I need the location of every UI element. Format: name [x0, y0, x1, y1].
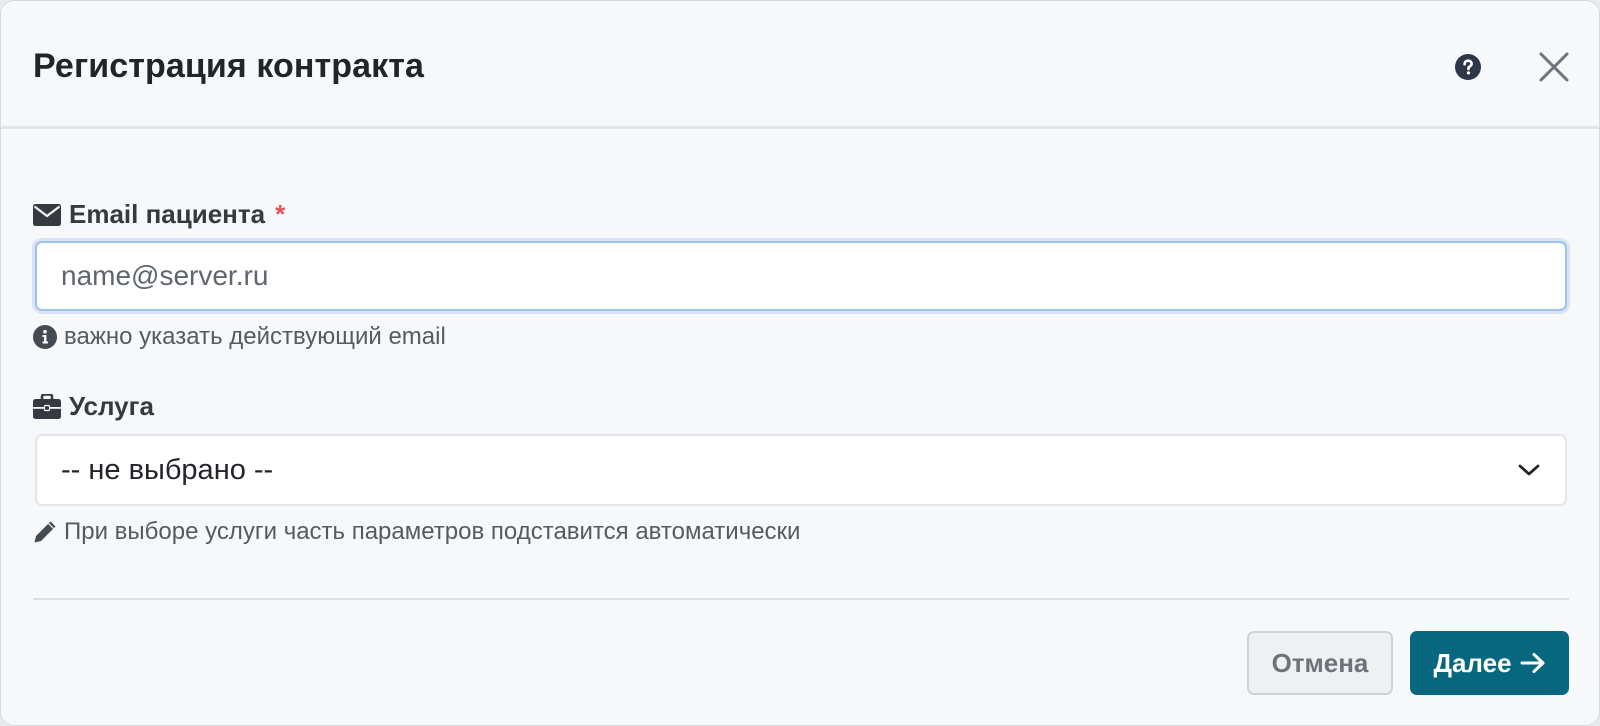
email-hint-text: важно указать действующий email — [64, 323, 446, 350]
info-circle-icon — [33, 325, 57, 349]
arrow-right-icon — [1520, 653, 1545, 673]
email-label-text: Email пациента — [69, 199, 266, 229]
close-icon — [1539, 52, 1569, 82]
service-hint: При выборе услуги часть параметров подст… — [33, 518, 800, 546]
chevron-down-icon — [1518, 464, 1540, 476]
dialog-title: Регистрация контракта — [33, 47, 425, 85]
next-button-label: Далее — [1433, 647, 1512, 678]
service-select[interactable]: -- не выбрано -- — [35, 434, 1567, 506]
service-field-label: Услуга — [33, 391, 154, 422]
service-select-value: -- не выбрано -- — [61, 453, 274, 486]
cancel-button-label: Отмена — [1271, 647, 1369, 678]
cancel-button[interactable]: Отмена — [1247, 631, 1393, 695]
required-marker: * — [275, 199, 286, 229]
contract-registration-dialog: Регистрация контракта Email пациента * n… — [0, 0, 1600, 726]
next-button[interactable]: Далее — [1410, 631, 1569, 695]
footer-divider — [33, 598, 1569, 600]
close-button[interactable] — [1538, 51, 1570, 83]
briefcase-icon — [33, 393, 61, 419]
email-field-label: Email пациента * — [33, 199, 285, 230]
help-button[interactable] — [1455, 54, 1481, 80]
dialog-header: Регистрация контракта — [1, 1, 1599, 129]
envelope-icon — [33, 203, 61, 226]
email-hint: важно указать действующий email — [33, 323, 446, 351]
help-circle-icon — [1455, 54, 1481, 80]
service-hint-text: При выборе услуги часть параметров подст… — [64, 518, 801, 545]
pencil-icon — [34, 521, 56, 543]
service-label-text: Услуга — [69, 391, 154, 421]
email-input[interactable] — [35, 241, 1567, 311]
